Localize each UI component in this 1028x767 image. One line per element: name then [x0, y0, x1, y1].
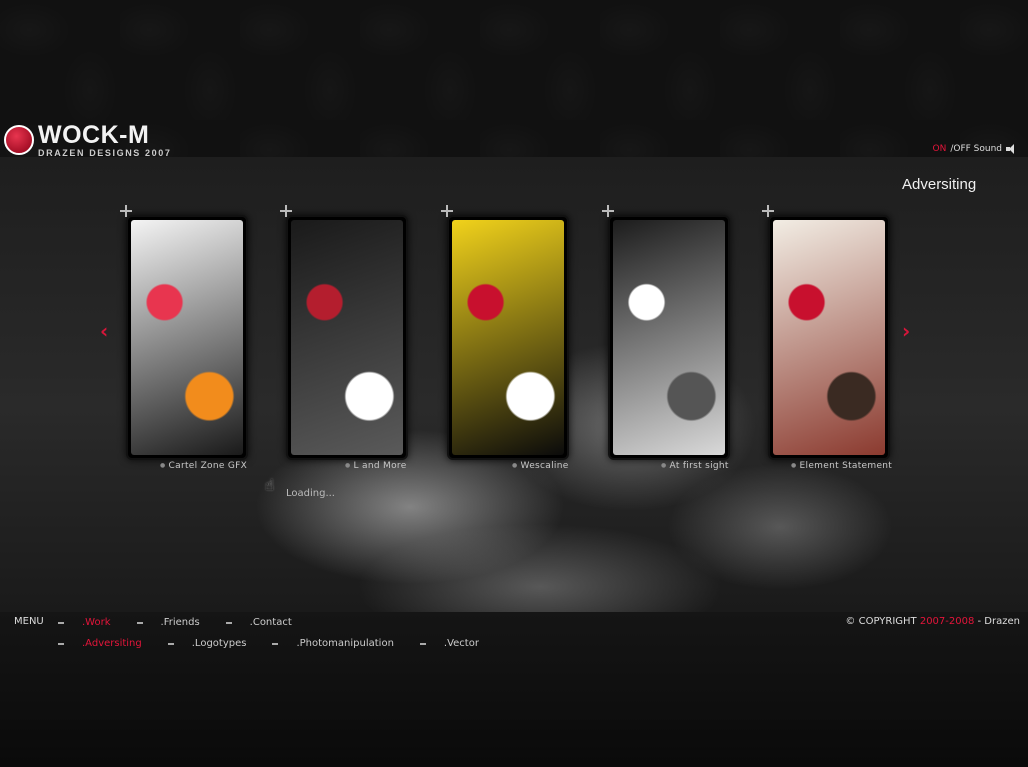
sound-on-label[interactable]: ON	[933, 144, 947, 154]
submenu-item-adversiting[interactable]: .Adversiting	[82, 638, 142, 649]
hand-cursor-icon: ☝	[265, 476, 275, 494]
gallery-caption-4[interactable]: At first sight	[661, 461, 729, 471]
sound-toggle[interactable]: ON/OFF Sound	[933, 144, 1017, 154]
pin-icon	[280, 205, 292, 217]
submenu-item-logotypes[interactable]: .Logotypes	[192, 638, 247, 649]
copyright-suffix: - Drazen	[974, 616, 1020, 627]
main-menu: .Work .Friends .Contact	[58, 617, 318, 628]
pin-icon	[120, 205, 132, 217]
gallery-caption-3[interactable]: Wescaline	[512, 461, 569, 471]
gallery-caption-5[interactable]: Element Statement	[791, 461, 892, 471]
sound-off-label[interactable]: /OFF Sound	[950, 144, 1002, 154]
menu-dash	[419, 642, 426, 645]
prev-arrow-button[interactable]: ‹	[100, 321, 110, 341]
loading-text: Loading...	[286, 488, 335, 499]
copyright-prefix: © COPYRIGHT	[845, 616, 920, 627]
copyright-text: © COPYRIGHT 2007-2008 - Drazen	[845, 616, 1020, 627]
gallery-card-2[interactable]	[286, 215, 408, 460]
pin-icon	[762, 205, 774, 217]
pin-icon	[602, 205, 614, 217]
logo-subtitle: DRAZEN DESIGNS 2007	[38, 147, 172, 158]
card-thumbnail	[452, 220, 564, 455]
menu-item-friends[interactable]: .Friends	[161, 617, 200, 628]
pin-icon	[441, 205, 453, 217]
card-thumbnail	[773, 220, 885, 455]
sub-menu: .Adversiting .Logotypes .Photomanipulati…	[58, 638, 505, 649]
menu-dash	[136, 621, 143, 624]
gallery-card-5[interactable]	[768, 215, 890, 460]
menu-dash	[272, 642, 279, 645]
next-arrow-button[interactable]: ›	[902, 321, 912, 341]
card-thumbnail	[291, 220, 403, 455]
copyright-years: 2007-2008	[919, 616, 975, 627]
speaker-icon[interactable]	[1006, 144, 1016, 154]
section-title: Adversiting	[902, 176, 977, 193]
menu-item-work[interactable]: .Work	[82, 617, 111, 628]
gallery-card-1[interactable]	[126, 215, 248, 460]
menu-dash	[225, 621, 232, 624]
gallery-caption-2[interactable]: L and More	[345, 461, 407, 471]
submenu-item-photomanipulation[interactable]: .Photomanipulation	[296, 638, 393, 649]
gallery-card-4[interactable]	[608, 215, 730, 460]
gallery-card-3[interactable]	[447, 215, 569, 460]
menu-dash	[58, 642, 64, 645]
menu-dash	[167, 642, 174, 645]
card-thumbnail	[613, 220, 725, 455]
gallery-caption-1[interactable]: Cartel Zone GFX	[160, 461, 247, 471]
logo-mark-icon	[4, 125, 34, 155]
menu-item-contact[interactable]: .Contact	[250, 617, 292, 628]
logo-title: WOCK-M	[38, 120, 150, 149]
menu-dash	[58, 621, 64, 624]
site-logo[interactable]: WOCK-M DRAZEN DESIGNS 2007	[4, 120, 171, 160]
submenu-item-vector[interactable]: .Vector	[444, 638, 479, 649]
footer-area	[0, 612, 1028, 767]
card-thumbnail	[131, 220, 243, 455]
menu-label: MENU	[14, 616, 44, 627]
